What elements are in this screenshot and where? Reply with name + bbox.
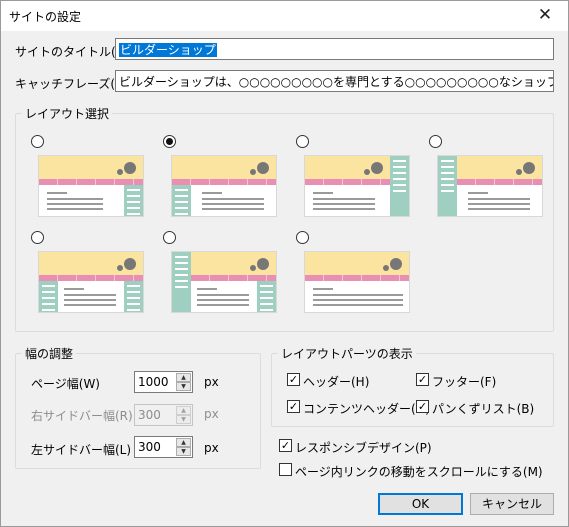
layout-radio-6[interactable] — [163, 231, 176, 244]
site-title-label: サイトのタイトル(T) — [15, 45, 128, 59]
spin-up-icon: ▲ — [176, 406, 191, 415]
site-title-input[interactable]: ビルダーショップ — [115, 38, 554, 60]
left-sidebar-width-label: 左サイドバー幅(L) — [31, 443, 132, 457]
ok-button[interactable]: OK — [378, 493, 463, 515]
right-sidebar-width-spinner: 300 ▲ ▼ — [134, 404, 193, 426]
spin-down-icon[interactable]: ▼ — [176, 382, 191, 391]
layout-radio-1[interactable] — [31, 135, 44, 148]
layout-thumb-4[interactable] — [437, 155, 543, 217]
responsive-checkbox[interactable]: ✓ — [279, 439, 292, 452]
window-title: サイトの設定 — [9, 10, 82, 24]
layout-radio-3[interactable] — [296, 135, 309, 148]
site-title-value: ビルダーショップ — [119, 43, 217, 57]
layout-thumb-6[interactable] — [171, 251, 277, 313]
smooth-scroll-checkbox[interactable] — [279, 463, 292, 476]
layout-parts-legend: レイアウトパーツの表示 — [281, 347, 413, 361]
right-sidebar-width-unit: px — [204, 407, 219, 421]
header-checkbox-label[interactable]: ヘッダー(H) — [303, 373, 369, 390]
page-width-label: ページ幅(W) — [31, 377, 100, 391]
layout-radio-7[interactable] — [296, 231, 309, 244]
page-width-value: 1000 — [138, 375, 169, 389]
layout-radio-4[interactable] — [429, 135, 442, 148]
layout-thumb-3[interactable] — [304, 155, 410, 217]
breadcrumb-checkbox-label[interactable]: パンくずリスト(B) — [432, 400, 534, 417]
right-sidebar-width-label: 右サイドバー幅(R) — [31, 409, 133, 423]
header-checkbox[interactable]: ✓ — [287, 373, 300, 386]
page-width-unit: px — [204, 375, 219, 389]
content-header-checkbox-label[interactable]: コンテンツヘッダー(O) — [303, 400, 430, 417]
layout-thumb-1[interactable] — [38, 155, 144, 217]
footer-checkbox-label[interactable]: フッター(F) — [432, 373, 496, 390]
width-adjust-legend: 幅の調整 — [25, 347, 74, 361]
catchphrase-input[interactable]: ビルダーショップは、○○○○○○○○○を専門とする○○○○○○○○○なショップで… — [115, 70, 554, 92]
catchphrase-value: ビルダーショップは、○○○○○○○○○を専門とする○○○○○○○○○なショップで… — [119, 75, 554, 89]
spin-up-icon[interactable]: ▲ — [176, 438, 191, 447]
page-width-spinner[interactable]: 1000 ▲ ▼ — [134, 371, 193, 393]
site-settings-dialog: サイトの設定 ✕ サイトのタイトル(T) ビルダーショップ キャッチフレーズ(C… — [0, 0, 569, 527]
left-sidebar-width-unit: px — [204, 441, 219, 455]
smooth-scroll-checkbox-label[interactable]: ページ内リンクの移動をスクロールにする(M) — [295, 463, 543, 480]
spin-up-icon[interactable]: ▲ — [176, 373, 191, 382]
title-bar: サイトの設定 ✕ — [1, 1, 568, 31]
spin-down-icon: ▼ — [176, 415, 191, 424]
responsive-checkbox-label[interactable]: レスポンシブデザイン(P) — [295, 439, 432, 456]
layout-thumb-7[interactable] — [304, 251, 410, 313]
spin-down-icon[interactable]: ▼ — [176, 447, 191, 456]
layout-selection-legend: レイアウト選択 — [25, 107, 110, 121]
layout-thumb-5[interactable] — [38, 251, 144, 313]
left-sidebar-width-spinner[interactable]: 300 ▲ ▼ — [134, 436, 193, 458]
close-icon[interactable]: ✕ — [522, 1, 568, 31]
left-sidebar-width-value: 300 — [138, 440, 161, 454]
layout-thumb-2[interactable] — [171, 155, 277, 217]
catchphrase-label: キャッチフレーズ(C) — [15, 77, 129, 91]
footer-checkbox[interactable]: ✓ — [416, 373, 429, 386]
layout-radio-5[interactable] — [31, 231, 44, 244]
cancel-button[interactable]: キャンセル — [470, 493, 554, 515]
content-header-checkbox[interactable]: ✓ — [287, 400, 300, 413]
right-sidebar-width-value: 300 — [138, 408, 161, 422]
layout-radio-2[interactable] — [163, 135, 176, 148]
breadcrumb-checkbox[interactable]: ✓ — [416, 400, 429, 413]
